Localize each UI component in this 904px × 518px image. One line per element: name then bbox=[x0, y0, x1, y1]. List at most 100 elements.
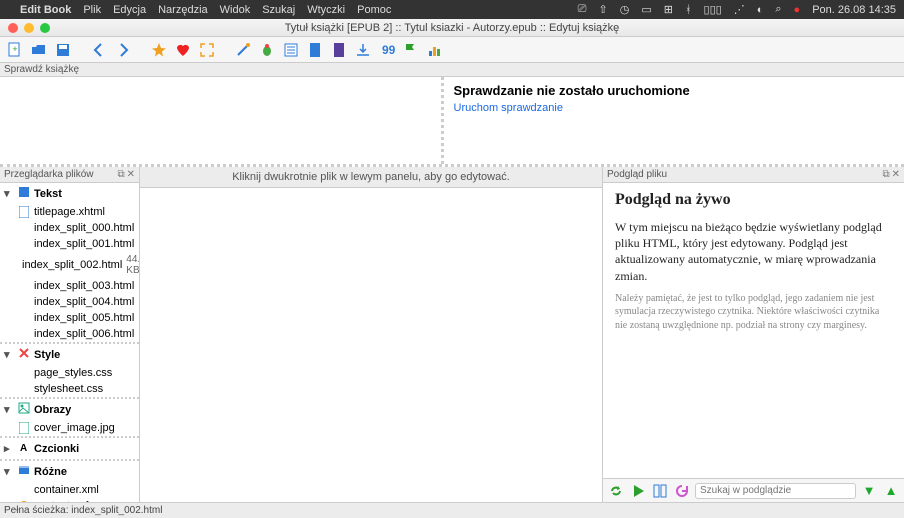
file-item[interactable]: index_split_000.html bbox=[0, 220, 139, 236]
preview-search-next-button[interactable]: ▼ bbox=[860, 482, 878, 500]
file-item[interactable]: index_split_002.html44.1 KB bbox=[0, 252, 139, 278]
preview-split-button[interactable] bbox=[651, 482, 669, 500]
window-title: Tytuł książki [EPUB 2] :: Tytul ksiazki … bbox=[0, 22, 904, 34]
file-item[interactable]: page_styles.css bbox=[0, 365, 139, 381]
flag-button[interactable] bbox=[402, 41, 420, 59]
status-icon-clock[interactable]: ◷ bbox=[620, 3, 630, 16]
svg-text:A: A bbox=[20, 443, 27, 453]
status-icon-display[interactable]: ⎚ bbox=[578, 3, 587, 16]
bug-button[interactable] bbox=[258, 41, 276, 59]
status-icon-bt[interactable]: ᚼ bbox=[685, 4, 692, 16]
file-item[interactable]: index_split_006.html bbox=[0, 326, 139, 342]
section-icon bbox=[18, 347, 30, 362]
menubar-clock[interactable]: Pon. 26.08 14:35 bbox=[812, 4, 896, 16]
run-check-link[interactable]: Uruchom sprawdzanie bbox=[454, 102, 563, 114]
status-icon-wifi[interactable]: ⋰ bbox=[734, 3, 745, 16]
cover-button[interactable] bbox=[330, 41, 348, 59]
section-label: Tekst bbox=[34, 188, 62, 200]
section-czcionki[interactable]: ▸ A Czcionki bbox=[0, 438, 139, 459]
menu-edit[interactable]: Edycja bbox=[113, 4, 146, 16]
panel-detach-button[interactable]: ⧉ bbox=[117, 169, 124, 180]
check-book-title: Sprawdź książkę bbox=[4, 64, 79, 75]
page-button[interactable] bbox=[306, 41, 324, 59]
menu-file[interactable]: Plik bbox=[83, 4, 101, 16]
status-icon-controls[interactable]: ◐ bbox=[757, 4, 764, 16]
preview-search-input[interactable] bbox=[695, 483, 856, 499]
menu-tools[interactable]: Narzędzia bbox=[158, 4, 208, 16]
file-browser-title: Przeglądarka plików bbox=[4, 169, 94, 180]
section-różne[interactable]: ▾Różne bbox=[0, 461, 139, 482]
main-toolbar: + 99 bbox=[0, 37, 904, 63]
preview-play-button[interactable] bbox=[629, 482, 647, 500]
file-icon bbox=[18, 312, 30, 324]
import-button[interactable] bbox=[354, 41, 372, 59]
status-icon-search[interactable]: ⌕ bbox=[775, 3, 781, 16]
check-book-panel: Sprawdzanie nie zostało uruchomione Uruc… bbox=[0, 77, 904, 167]
save-button[interactable] bbox=[54, 41, 72, 59]
preview-close-button[interactable]: ✕ bbox=[892, 169, 900, 180]
preview-sync-button[interactable] bbox=[607, 482, 625, 500]
star-button[interactable] bbox=[150, 41, 168, 59]
file-browser-tree[interactable]: ▾ Tekst titlepage.xhtml index_split_000.htm… bbox=[0, 183, 139, 502]
app-name[interactable]: Edit Book bbox=[20, 4, 71, 16]
wand-button[interactable] bbox=[234, 41, 252, 59]
file-item[interactable]: titlepage.xhtml bbox=[0, 204, 139, 220]
panel-close-button[interactable]: ✕ bbox=[127, 169, 135, 180]
file-name: cover_image.jpg bbox=[34, 422, 115, 434]
file-browser-panel: Przeglądarka plików ⧉ ✕ ▾ Tekst titlepage.… bbox=[0, 167, 140, 502]
section-obrazy[interactable]: ▾Obrazy bbox=[0, 399, 139, 420]
section-icon bbox=[18, 186, 30, 201]
section-tekst[interactable]: ▾ Tekst bbox=[0, 183, 139, 204]
menu-search[interactable]: Szukaj bbox=[262, 4, 295, 16]
file-item[interactable]: container.xml bbox=[0, 482, 139, 498]
preview-panel: Podgląd pliku ⧉ ✕ Podgląd na żywo W tym … bbox=[602, 167, 904, 502]
file-item[interactable]: index_split_004.html bbox=[0, 294, 139, 310]
chart-button[interactable] bbox=[426, 41, 444, 59]
check-left-area bbox=[0, 77, 441, 164]
status-bar-text: Pełna ścieżka: index_split_002.html bbox=[4, 505, 162, 516]
new-file-button[interactable]: + bbox=[6, 41, 24, 59]
back-button[interactable] bbox=[90, 41, 108, 59]
quote-button[interactable]: 99 bbox=[378, 41, 396, 59]
check-book-panel-header: Sprawdź książkę bbox=[0, 63, 904, 77]
file-name: titlepage.xhtml bbox=[34, 206, 105, 218]
heart-button[interactable] bbox=[174, 41, 192, 59]
preview-detach-button[interactable]: ⧉ bbox=[882, 169, 889, 180]
menu-help[interactable]: Pomoc bbox=[357, 4, 391, 16]
checklist-button[interactable] bbox=[282, 41, 300, 59]
disclosure-triangle-icon: ▾ bbox=[4, 187, 14, 200]
section-icon bbox=[18, 402, 30, 417]
status-icon-dot[interactable]: ● bbox=[794, 4, 801, 16]
section-label: Różne bbox=[34, 466, 67, 478]
open-file-button[interactable] bbox=[30, 41, 48, 59]
preview-search-prev-button[interactable]: ▲ bbox=[882, 482, 900, 500]
file-icon bbox=[18, 422, 30, 434]
menu-plugins[interactable]: Wtyczki bbox=[307, 4, 345, 16]
menu-view[interactable]: Widok bbox=[220, 4, 251, 16]
file-item[interactable]: index_split_003.html bbox=[0, 278, 139, 294]
fullscreen-button[interactable] bbox=[198, 41, 216, 59]
status-icon-grid[interactable]: ⊞ bbox=[664, 3, 673, 16]
status-icon-monitor[interactable]: ▭ bbox=[641, 3, 651, 16]
preview-header: Podgląd pliku ⧉ ✕ bbox=[603, 167, 904, 183]
status-icon-upload[interactable]: ⇧ bbox=[598, 3, 607, 16]
file-icon bbox=[18, 383, 30, 395]
status-icon-battery[interactable]: ▯▯▯ bbox=[704, 3, 722, 16]
file-item[interactable]: index_split_001.html bbox=[0, 236, 139, 252]
file-name: page_styles.css bbox=[34, 367, 112, 379]
file-item[interactable]: index_split_005.html bbox=[0, 310, 139, 326]
editor-empty-area bbox=[140, 188, 602, 502]
preview-reload-button[interactable] bbox=[673, 482, 691, 500]
file-name: index_split_004.html bbox=[34, 296, 134, 308]
section-style[interactable]: ▾Style bbox=[0, 344, 139, 365]
section-label: Czcionki bbox=[34, 443, 79, 455]
preview-title: Podgląd pliku bbox=[607, 169, 667, 180]
main-split: Przeglądarka plików ⧉ ✕ ▾ Tekst titlepage.… bbox=[0, 167, 904, 502]
section-icon: A bbox=[18, 441, 30, 456]
status-bar: Pełna ścieżka: index_split_002.html bbox=[0, 502, 904, 518]
forward-button[interactable] bbox=[114, 41, 132, 59]
file-item[interactable]: stylesheet.css bbox=[0, 381, 139, 397]
file-item[interactable]: cover_image.jpg bbox=[0, 420, 139, 436]
file-size: 44.1 KB bbox=[126, 254, 139, 276]
disclosure-triangle-icon: ▸ bbox=[4, 442, 14, 455]
